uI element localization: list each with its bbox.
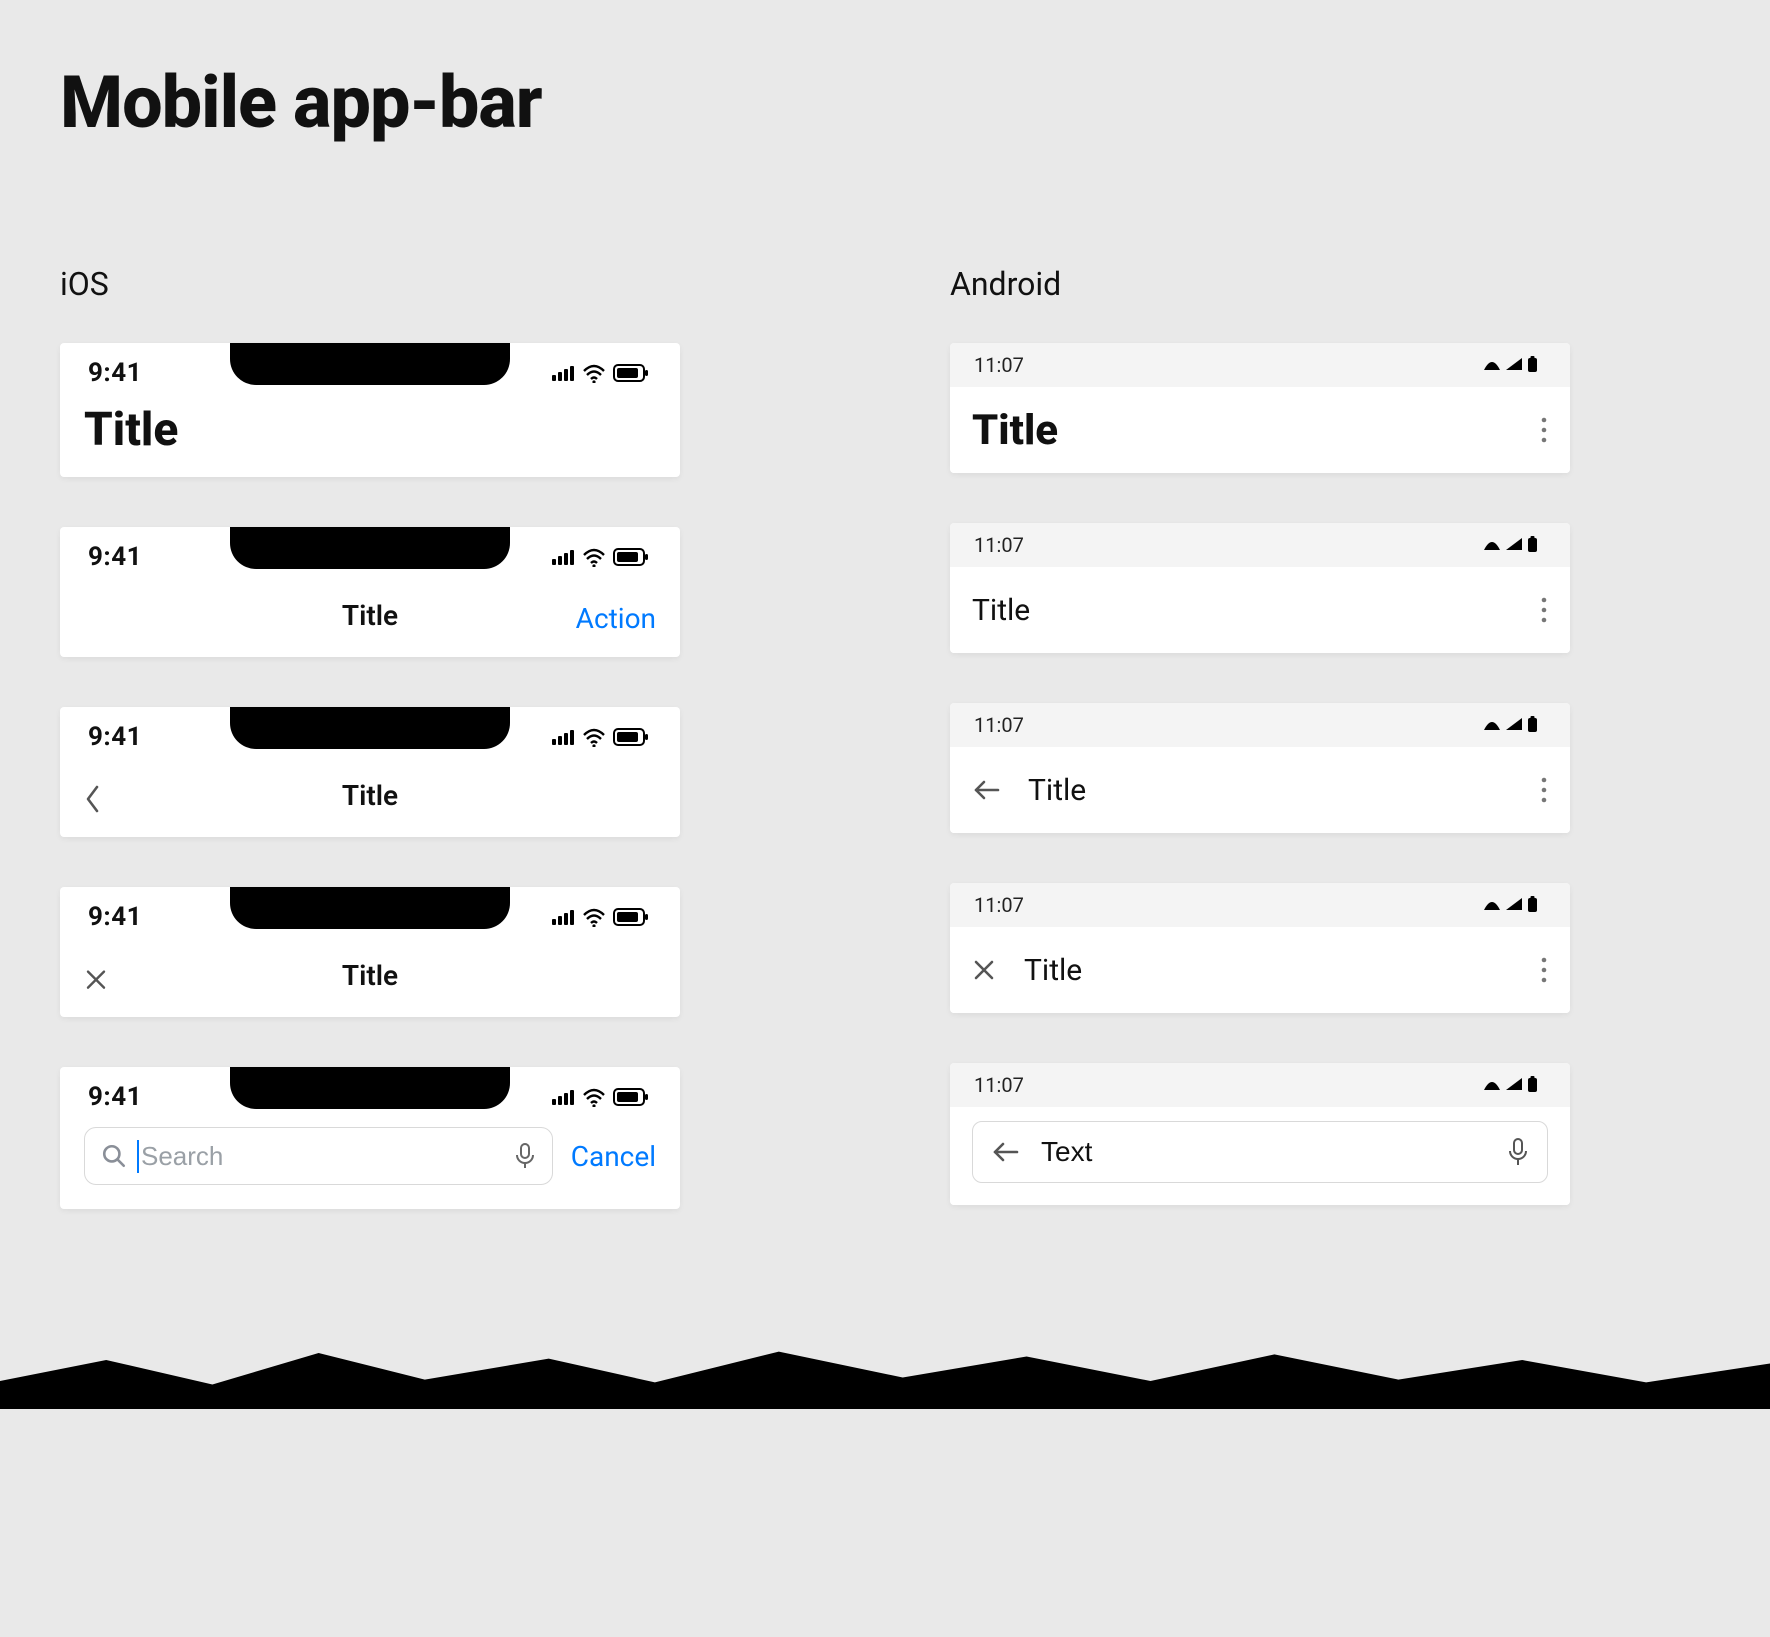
ios-status-bar: 9:41 bbox=[60, 343, 680, 403]
ios-status-bar: 9:41 bbox=[60, 527, 680, 587]
ragged-edge-decoration bbox=[0, 1339, 1770, 1409]
ios-status-icons bbox=[552, 907, 652, 927]
android-status-icons bbox=[1482, 716, 1546, 734]
page-title: Mobile app-bar bbox=[60, 60, 1710, 145]
ios-status-icons bbox=[552, 727, 652, 747]
android-back-button[interactable] bbox=[972, 778, 1000, 802]
close-icon bbox=[84, 968, 108, 992]
ios-appbar-back: 9:41 bbox=[60, 707, 680, 837]
android-status-icons bbox=[1482, 896, 1546, 914]
more-vertical-icon bbox=[1540, 596, 1548, 624]
ios-action-button[interactable]: Action bbox=[576, 602, 656, 635]
android-status-bar: 11:07 bbox=[950, 703, 1570, 747]
ios-status-icons bbox=[552, 547, 652, 567]
more-vertical-icon bbox=[1540, 416, 1548, 444]
close-icon bbox=[972, 958, 996, 982]
ios-notch bbox=[230, 343, 510, 385]
android-overflow-button[interactable] bbox=[1540, 776, 1548, 804]
android-appbar-close: 11:07 Title bbox=[950, 883, 1570, 1013]
arrow-left-icon[interactable] bbox=[991, 1140, 1019, 1164]
ios-appbar-close: 9:41 bbox=[60, 887, 680, 1017]
ios-center-title: Title bbox=[342, 959, 398, 992]
android-appbar-regular: 11:07 Title bbox=[950, 523, 1570, 653]
ios-status-bar: 9:41 bbox=[60, 707, 680, 767]
android-clock: 11:07 bbox=[974, 533, 1024, 557]
android-clock: 11:07 bbox=[974, 713, 1024, 737]
ios-clock: 9:41 bbox=[88, 722, 142, 752]
microphone-icon[interactable] bbox=[514, 1142, 536, 1170]
android-overflow-button[interactable] bbox=[1540, 596, 1548, 624]
android-appbar-search: 11:07 bbox=[950, 1063, 1570, 1205]
ios-status-icons bbox=[552, 1087, 652, 1107]
android-regular-title: Title bbox=[972, 593, 1512, 628]
ios-notch bbox=[230, 887, 510, 929]
ios-status-bar: 9:41 bbox=[60, 887, 680, 947]
android-close-button[interactable] bbox=[972, 958, 996, 982]
ios-appbar-large-title: 9:41 bbox=[60, 343, 680, 477]
android-appbar-back: 11:07 Title bbox=[950, 703, 1570, 833]
more-vertical-icon bbox=[1540, 956, 1548, 984]
ios-clock: 9:41 bbox=[88, 1082, 142, 1112]
android-status-icons bbox=[1482, 536, 1546, 554]
android-clock: 11:07 bbox=[974, 893, 1024, 917]
more-vertical-icon bbox=[1540, 776, 1548, 804]
android-appbar-large-title: 11:07 Title bbox=[950, 343, 1570, 473]
android-large-title: Title bbox=[972, 406, 1512, 455]
ios-clock: 9:41 bbox=[88, 358, 142, 388]
ios-clock: 9:41 bbox=[88, 542, 142, 572]
android-status-bar: 11:07 bbox=[950, 343, 1570, 387]
android-clock: 11:07 bbox=[974, 1073, 1024, 1097]
android-status-icons bbox=[1482, 1076, 1546, 1094]
ios-appbar-search: 9:41 bbox=[60, 1067, 680, 1209]
ios-search-field[interactable] bbox=[84, 1127, 553, 1185]
android-clock: 11:07 bbox=[974, 353, 1024, 377]
ios-notch bbox=[230, 527, 510, 569]
ios-column: iOS 9:41 bbox=[60, 265, 680, 1209]
android-status-bar: 11:07 bbox=[950, 883, 1570, 927]
android-search-field[interactable] bbox=[972, 1121, 1548, 1183]
ios-appbar-center-action: 9:41 Title Action bbox=[60, 527, 680, 657]
ios-search-input[interactable] bbox=[137, 1140, 504, 1173]
android-status-bar: 11:07 bbox=[950, 523, 1570, 567]
search-icon bbox=[101, 1143, 127, 1169]
ios-label: iOS bbox=[60, 265, 680, 303]
ios-clock: 9:41 bbox=[88, 902, 142, 932]
ios-center-title: Title bbox=[342, 779, 398, 812]
ios-notch bbox=[230, 707, 510, 749]
android-status-icons bbox=[1482, 356, 1546, 374]
ios-large-title: Title bbox=[84, 403, 178, 463]
chevron-left-icon bbox=[84, 784, 102, 814]
android-status-bar: 11:07 bbox=[950, 1063, 1570, 1107]
android-overflow-button[interactable] bbox=[1540, 956, 1548, 984]
microphone-icon[interactable] bbox=[1507, 1137, 1529, 1167]
android-search-input[interactable] bbox=[1039, 1135, 1487, 1169]
arrow-left-icon bbox=[972, 778, 1000, 802]
ios-center-title: Title bbox=[342, 599, 398, 632]
ios-status-bar: 9:41 bbox=[60, 1067, 680, 1127]
ios-back-button[interactable] bbox=[84, 784, 102, 814]
ios-notch bbox=[230, 1067, 510, 1109]
ios-status-icons bbox=[552, 363, 652, 383]
ios-close-button[interactable] bbox=[84, 968, 108, 992]
android-label: Android bbox=[950, 265, 1570, 303]
android-column: Android 11:07 bbox=[950, 265, 1570, 1209]
android-regular-title: Title bbox=[1028, 773, 1512, 808]
ios-cancel-button[interactable]: Cancel bbox=[571, 1140, 656, 1173]
android-regular-title: Title bbox=[1024, 953, 1512, 988]
android-overflow-button[interactable] bbox=[1540, 416, 1548, 444]
